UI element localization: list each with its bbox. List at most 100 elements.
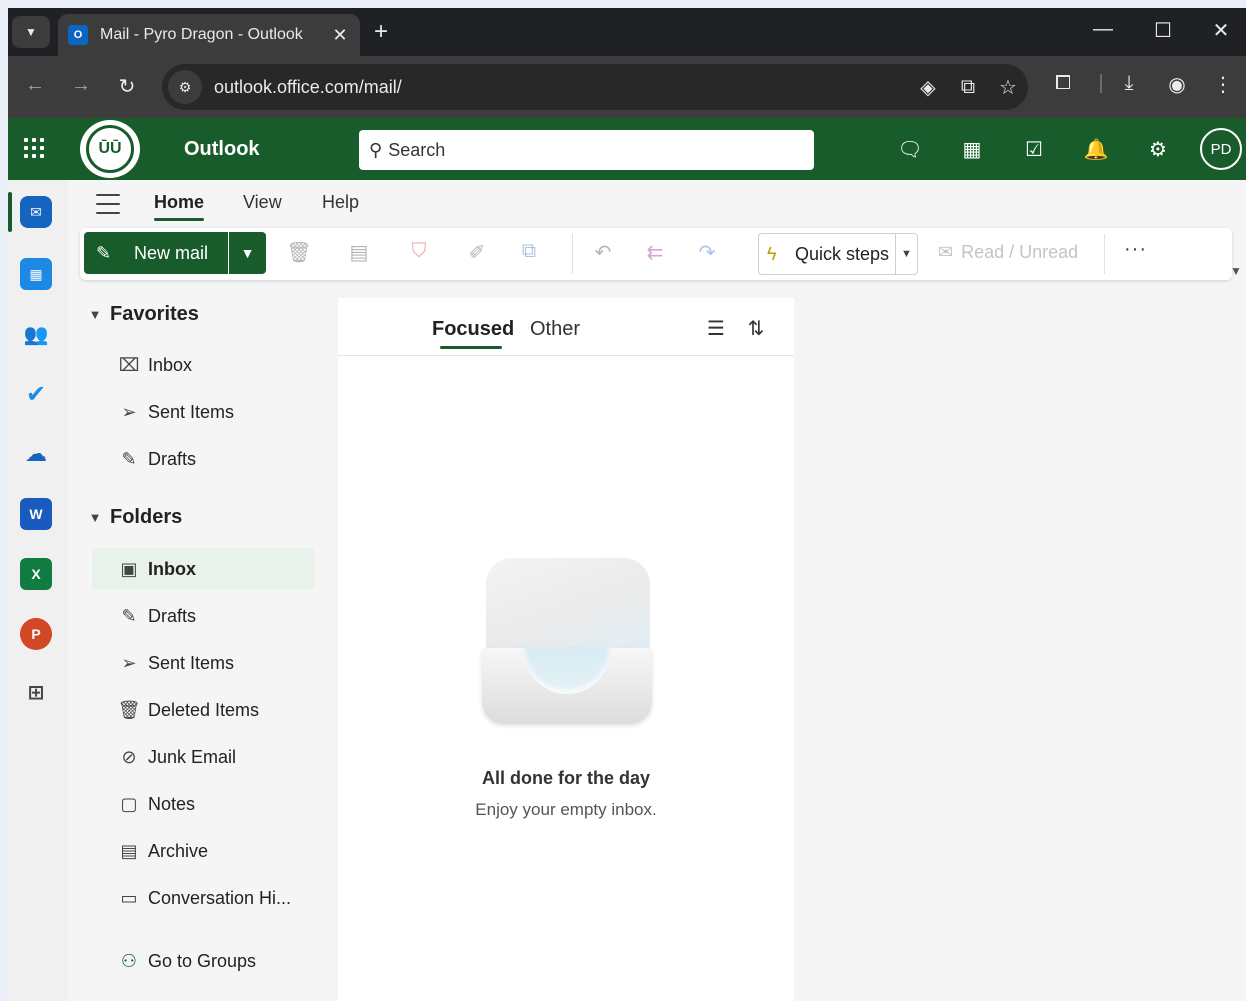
people-app-icon[interactable]: 👥 [20,318,52,350]
favorite-item-drafts[interactable]: ✎ Drafts [92,438,314,480]
reply-all-icon[interactable]: ⇇ [640,240,670,265]
ribbon-divider [572,234,573,274]
send-icon: ➢ [121,652,137,673]
teams-chat-icon[interactable]: 🗨 [896,136,924,164]
profile-icon[interactable]: ◉ [1162,72,1192,97]
onedrive-app-icon[interactable]: ☁ [20,438,52,470]
tab-help[interactable]: Help [322,192,359,213]
chevron-down-icon: ▼ [25,25,37,39]
folder-item-drafts[interactable]: ✎ Drafts [92,595,314,637]
reply-icon[interactable]: ↶ [588,240,618,265]
minimize-button[interactable]: — [1088,18,1118,41]
outlook-header: ŪŪ Outlook ⚲ 🗨 ▦ ☑ 🔔 ⚙ PD [8,118,1246,180]
organization-logo[interactable]: ŪŪ [80,120,140,178]
filter-icon[interactable]: ☰ [702,316,730,341]
folder-label: Drafts [148,605,197,626]
move-to-icon[interactable]: ⧉ [514,240,544,263]
quick-steps-button[interactable]: ϟ Quick steps ▼ [758,233,918,275]
folder-item-junk[interactable]: ⊘ Junk Email [92,736,314,778]
folder-item-conversation-history[interactable]: ▭ Conversation Hi... [92,877,314,919]
search-input[interactable] [388,139,814,161]
settings-gear-icon[interactable]: ⚙ [1144,136,1172,164]
extensions-icon[interactable]: ⧠ [1048,72,1078,95]
app-rail: ✉ ▦ 👥 ✔ ☁ W X P ⊞ [8,180,68,1001]
folder-label: Sent Items [148,401,235,422]
mail-app-icon[interactable]: ✉ [20,196,52,228]
go-to-groups-link[interactable]: ⚇ Go to Groups [92,940,314,982]
powerpoint-app-icon[interactable]: P [20,618,52,650]
sweep-icon[interactable]: ✐ [462,240,492,265]
tab-search-button[interactable]: ▼ [12,16,50,48]
tab-close-icon[interactable]: ✕ [330,25,350,46]
tab-home-underline [154,218,204,221]
lens-icon[interactable]: ◈ [908,75,948,100]
folders-title: Folders [110,505,183,528]
notifications-bell-icon[interactable]: 🔔 [1082,136,1110,164]
bookmark-star-icon[interactable]: ☆ [988,75,1028,100]
favorite-item-sent[interactable]: ➢ Sent Items [92,391,314,433]
folder-item-archive[interactable]: ▤ Archive [92,830,314,872]
folders-header[interactable]: ▼ Folders [80,497,183,537]
calendar-app-icon[interactable]: ▦ [20,258,52,290]
new-mail-button[interactable]: ✎ New mail ▼ [84,232,266,274]
quick-steps-dropdown[interactable]: ▼ [895,234,917,274]
install-app-icon[interactable]: ⧉ [948,76,988,99]
ribbon-expand-chevron-icon[interactable]: ▼ [1230,264,1242,278]
search-box[interactable]: ⚲ [359,130,814,170]
browser-menu-icon[interactable]: ⋮ [1208,72,1238,97]
lightning-icon: ϟ [767,243,777,264]
folder-item-sent[interactable]: ➢ Sent Items [92,642,314,684]
back-arrow-icon[interactable]: ← [22,74,48,97]
browser-window: ▼ O Mail - Pyro Dragon - Outlook ✕ + — ☐… [8,8,1246,1001]
reload-icon[interactable]: ↻ [114,74,140,99]
search-icon: ⚲ [369,139,383,160]
folder-item-inbox[interactable]: ▣ Inbox [92,548,314,590]
ribbon-tabs: Home View Help [68,180,1246,230]
trash-icon: 🗑 [117,699,141,720]
my-day-icon[interactable]: ☑ [1020,136,1048,164]
more-options-button[interactable]: ··· [1124,238,1147,261]
tab-title: Mail - Pyro Dragon - Outlook [100,26,303,43]
excel-app-icon[interactable]: X [20,558,52,590]
todo-app-icon[interactable]: ✔ [20,378,52,410]
word-app-icon[interactable]: W [20,498,52,530]
tab-view[interactable]: View [243,192,282,213]
folder-label: Junk Email [148,746,237,767]
url-text[interactable]: outlook.office.com/mail/ [214,77,908,98]
avatar[interactable]: PD [1200,128,1242,170]
folder-item-deleted[interactable]: 🗑 Deleted Items [92,689,314,731]
new-tab-button[interactable]: + [374,20,388,44]
folder-label: Inbox [148,558,196,579]
forward-arrow-icon[interactable]: → [68,74,94,97]
window-close-button[interactable]: ✕ [1206,18,1236,43]
tab-other[interactable]: Other [530,318,580,341]
tab-home[interactable]: Home [154,192,204,213]
app-launcher-icon[interactable] [22,136,46,160]
ribbon-divider [1104,234,1105,274]
onenote-feed-icon[interactable]: ▦ [958,136,986,164]
report-icon[interactable]: ⛉ [404,240,434,263]
folder-label: Inbox [148,354,193,375]
inbox-icon: ▣ [120,558,138,579]
new-mail-dropdown[interactable]: ▼ [228,232,266,274]
empty-inbox-illustration [482,558,652,726]
site-info-icon[interactable]: ⚙ [168,70,202,104]
more-apps-icon[interactable]: ⊞ [20,676,52,708]
navigation-menu-icon[interactable] [96,194,120,214]
chevron-down-icon: ▼ [88,306,102,322]
favorite-item-inbox[interactable]: ⌧ Inbox [92,344,314,386]
sort-icon[interactable]: ⇅ [742,316,770,341]
folder-item-notes[interactable]: ▢ Notes [92,783,314,825]
browser-tab[interactable]: O Mail - Pyro Dragon - Outlook ✕ [58,14,360,56]
app-name[interactable]: Outlook [184,138,260,161]
read-unread-button[interactable]: ✉ Read / Unread [938,242,1078,263]
drafts-pencil-icon: ✎ [121,605,137,626]
tab-focused[interactable]: Focused [432,318,514,341]
delete-icon[interactable]: 🗑 [284,240,314,265]
omnibox[interactable]: ⚙ outlook.office.com/mail/ ◈ ⧉ ☆ [162,64,1028,110]
favorites-header[interactable]: ▼ Favorites [80,294,199,334]
archive-icon[interactable]: ▤ [344,240,374,265]
forward-icon[interactable]: ↷ [692,240,722,265]
download-icon[interactable]: ⤓ [1114,72,1144,95]
maximize-button[interactable]: ☐ [1148,18,1178,43]
